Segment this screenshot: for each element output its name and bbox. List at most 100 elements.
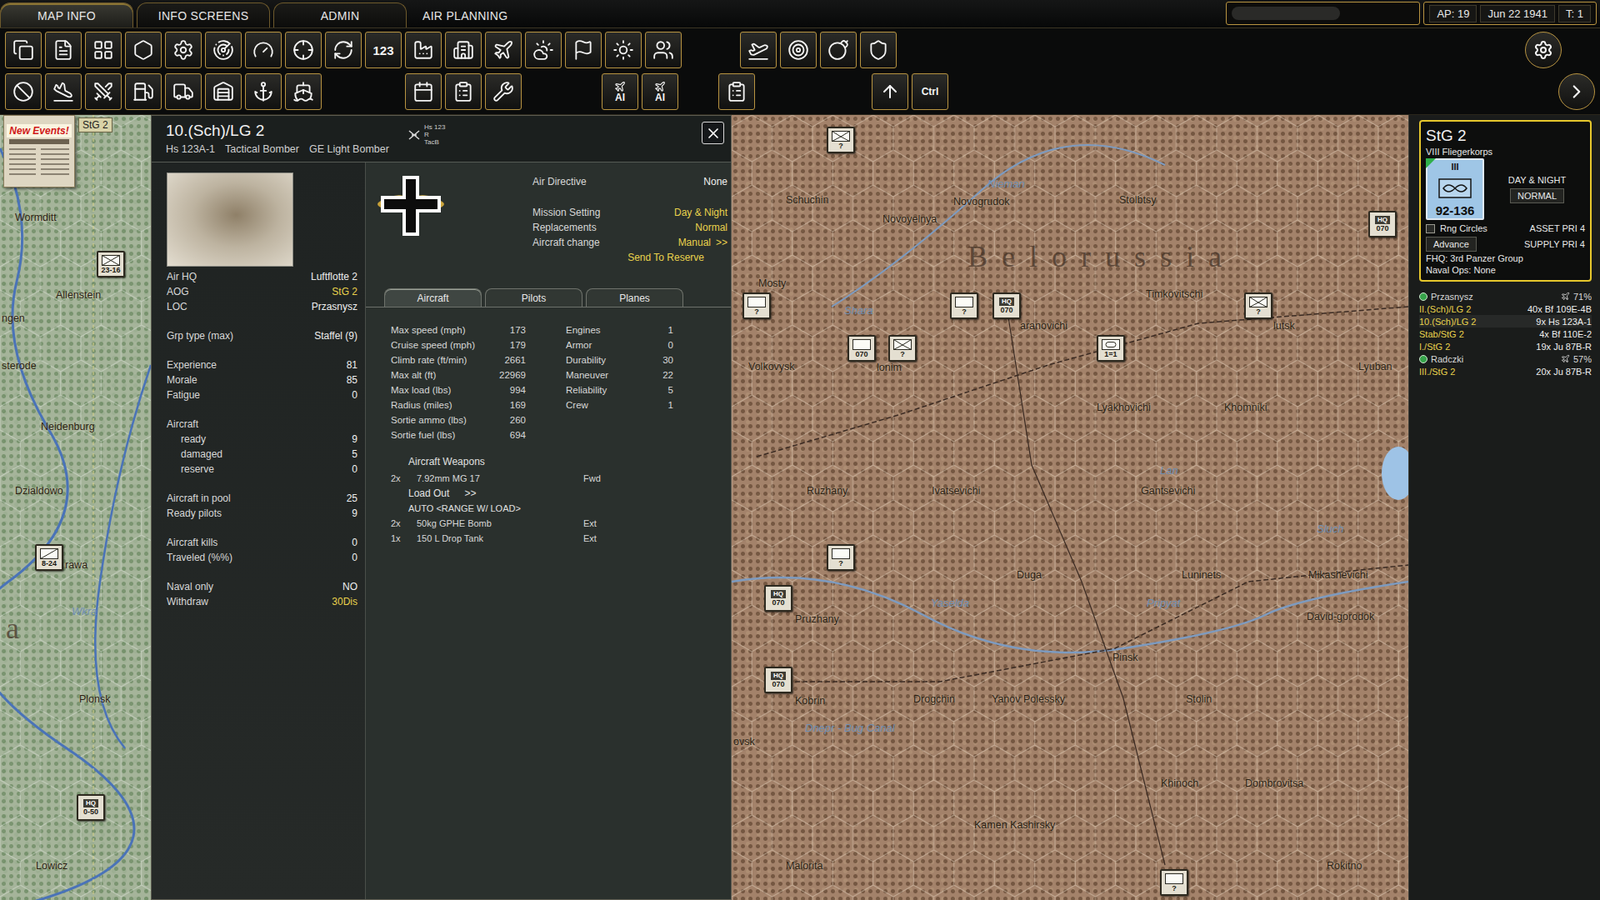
copy-button[interactable] [5, 31, 42, 69]
fuel-button[interactable] [125, 73, 162, 110]
setting-row[interactable]: Air DirectiveNone [532, 174, 728, 190]
ship-button[interactable] [285, 73, 322, 110]
weather-button[interactable] [525, 31, 562, 69]
detail-tab[interactable]: Planes [585, 288, 684, 307]
stat-label: Max load (lbs) [390, 385, 451, 395]
balkenkreuz-eagle-icon [375, 172, 446, 240]
range-circles-checkbox[interactable] [1425, 224, 1435, 234]
unit-counter[interactable]: ? [1160, 869, 1189, 896]
infantry-counter[interactable]: 23-16 [96, 250, 125, 278]
up-button[interactable] [871, 73, 909, 110]
armor-counter[interactable]: 1=1 [1096, 335, 1125, 362]
status-cell: AP: 19 [1429, 5, 1477, 23]
air-group-list-row[interactable]: Przasnysz71% [1419, 290, 1592, 303]
truck-button[interactable] [165, 73, 202, 110]
shield-button[interactable] [860, 31, 897, 69]
grid-button[interactable] [85, 31, 122, 69]
top-tab[interactable]: ADMIN [273, 2, 407, 28]
air-counter[interactable]: ? [1244, 292, 1273, 320]
info-label: Experience [166, 359, 217, 371]
plane-button[interactable] [485, 31, 522, 69]
search-input[interactable] [1231, 6, 1340, 20]
warehouse-button[interactable] [205, 73, 242, 110]
top-tab[interactable]: INFO SCREENS [136, 2, 270, 28]
refresh-button[interactable] [325, 31, 362, 69]
crosshair-button[interactable] [285, 31, 322, 69]
gauge-icon [252, 39, 275, 61]
counter-value: 8-24 [41, 560, 57, 568]
air-group-list-row[interactable]: Stab/StG 24x Bf 110E-2 [1419, 327, 1592, 340]
orders-button[interactable] [718, 73, 755, 110]
close-button[interactable] [701, 121, 725, 145]
setting-row[interactable]: Mission SettingDay & Night [532, 205, 728, 220]
ai-button[interactable]: AI [641, 73, 679, 110]
hq-counter[interactable]: HQ070 [1368, 210, 1397, 238]
order-box[interactable]: Advance [1425, 236, 1477, 252]
load-out-button[interactable]: Load Out>> [408, 485, 731, 501]
setting-label: Mission Setting [532, 206, 600, 219]
search-field[interactable] [1225, 1, 1420, 25]
detail-tab[interactable]: Pilots [485, 288, 583, 307]
top-tab[interactable]: AIR PLANNING [410, 2, 520, 28]
air-group-list-row[interactable]: II.(Sch)/LG 240x Bf 109E-4B [1419, 302, 1592, 315]
hq-counter[interactable]: HQ070 [764, 666, 793, 694]
unit-counter[interactable]: ? [742, 292, 771, 320]
air-group-list-row[interactable]: I./StG 219x Ju 87B-R [1419, 340, 1592, 353]
ai-button[interactable]: AI [601, 73, 639, 110]
hq-counter[interactable]: HQ070 [764, 585, 793, 612]
gauge-button[interactable] [245, 31, 282, 69]
air-counter[interactable]: ? [888, 335, 917, 362]
factory-button[interactable] [405, 31, 442, 69]
send-to-reserve-button[interactable]: Send To Reserve [627, 250, 705, 265]
hex-button[interactable] [125, 31, 162, 69]
bomb-button[interactable] [820, 31, 857, 69]
target-button[interactable] [780, 31, 817, 69]
map-label: rawa [65, 559, 88, 571]
units-button[interactable] [645, 31, 682, 69]
weapon-row: 2x50kg GPHE BombExt [390, 515, 731, 531]
counter-button[interactable]: 123 [365, 31, 402, 69]
map-west[interactable]: WormdittAllensteinngensterodeNeidenburgD… [0, 115, 151, 900]
air-group-counter[interactable]: III92-136 [1425, 158, 1485, 220]
top-tab[interactable]: MAP INFO [0, 2, 134, 28]
ctrl-button[interactable]: Ctrl [911, 73, 949, 110]
calendar-button[interactable] [405, 73, 442, 110]
unit-counter[interactable]: ? [950, 292, 979, 320]
map-main[interactable]: SchuchinNovogrudokNiemanStolbtsyBeloruss… [731, 115, 1409, 900]
stat-row: Sortie ammo (lbs)260 [390, 412, 526, 428]
clipboard-button[interactable] [445, 73, 482, 110]
new-events-button[interactable]: New Events! [3, 115, 75, 188]
gear-button[interactable] [165, 31, 202, 69]
unit-counter[interactable]: ? [826, 544, 855, 571]
air-group-list-row[interactable]: Radczki57% [1419, 352, 1592, 365]
detail-tab[interactable]: Aircraft [384, 288, 482, 307]
unit-counter[interactable]: 070 [847, 335, 876, 362]
motorized-counter[interactable]: 8-24 [35, 544, 64, 571]
hq-counter[interactable]: HQ070 [992, 292, 1021, 320]
radar-button[interactable] [205, 31, 242, 69]
air-group-list-row[interactable]: III./StG 220x Ju 87B-R [1419, 365, 1592, 378]
air-counter[interactable]: ? [826, 126, 855, 154]
report-button[interactable] [45, 31, 82, 69]
next-button[interactable] [1558, 73, 1595, 110]
setting-arrow[interactable]: >> [715, 236, 728, 249]
info-row: Morale85 [166, 372, 358, 388]
anchor-button[interactable] [245, 73, 282, 110]
crosshair-icon [292, 39, 315, 61]
air-group-list-row[interactable]: 10.(Sch)/LG 29x Hs 123A-1 [1419, 315, 1592, 328]
order-box[interactable]: NORMAL [1510, 188, 1565, 204]
options-button[interactable] [1525, 31, 1562, 69]
hq-counter[interactable]: HQ0-50 [76, 794, 105, 821]
unit-unit-icon [852, 339, 871, 350]
wrench-button[interactable] [485, 73, 522, 110]
plane-landing-button[interactable] [45, 73, 82, 110]
swords-button[interactable] [85, 73, 122, 110]
setting-row[interactable]: Aircraft changeManual>> [532, 235, 728, 250]
plane-takeoff-button[interactable] [740, 31, 777, 69]
info-section: Aircraft in pool25Ready pilots9 [166, 490, 358, 521]
ban-button[interactable] [5, 73, 42, 110]
setting-row[interactable]: ReplacementsNormal [532, 220, 728, 235]
flag-button[interactable] [565, 31, 602, 69]
building-button[interactable] [445, 31, 482, 69]
sun-button[interactable] [605, 31, 642, 69]
